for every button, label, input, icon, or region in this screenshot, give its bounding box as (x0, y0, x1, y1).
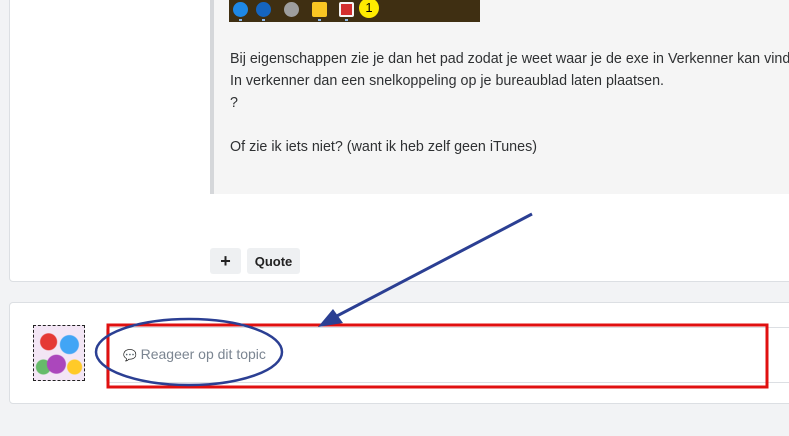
quote-line-3: ? (230, 95, 238, 111)
chrome-icon (233, 2, 248, 17)
avatar (33, 325, 85, 381)
quote-line-1: Bij eigenschappen zie je dan het pad zod… (230, 51, 789, 67)
app-icon (256, 2, 271, 17)
reply-placeholder-text: Reageer op dit topic (140, 346, 266, 362)
embedded-taskbar-screenshot: 1 (229, 0, 480, 22)
plus-button[interactable]: + (210, 248, 241, 274)
quote-line-4: Of zie ik iets niet? (want ik heb zelf g… (230, 139, 537, 155)
app-red-icon (339, 2, 354, 17)
quote-block (210, 0, 789, 194)
comment-icon: 💬 (123, 350, 137, 362)
quote-line-2: In verkenner dan een snelkoppeling op je… (230, 73, 664, 89)
quote-button[interactable]: Quote (247, 248, 300, 274)
notification-badge: 1 (359, 0, 379, 18)
settings-icon (284, 2, 299, 17)
reply-placeholder[interactable]: 💬 Reageer op dit topic (123, 346, 266, 362)
folder-icon (312, 2, 327, 17)
